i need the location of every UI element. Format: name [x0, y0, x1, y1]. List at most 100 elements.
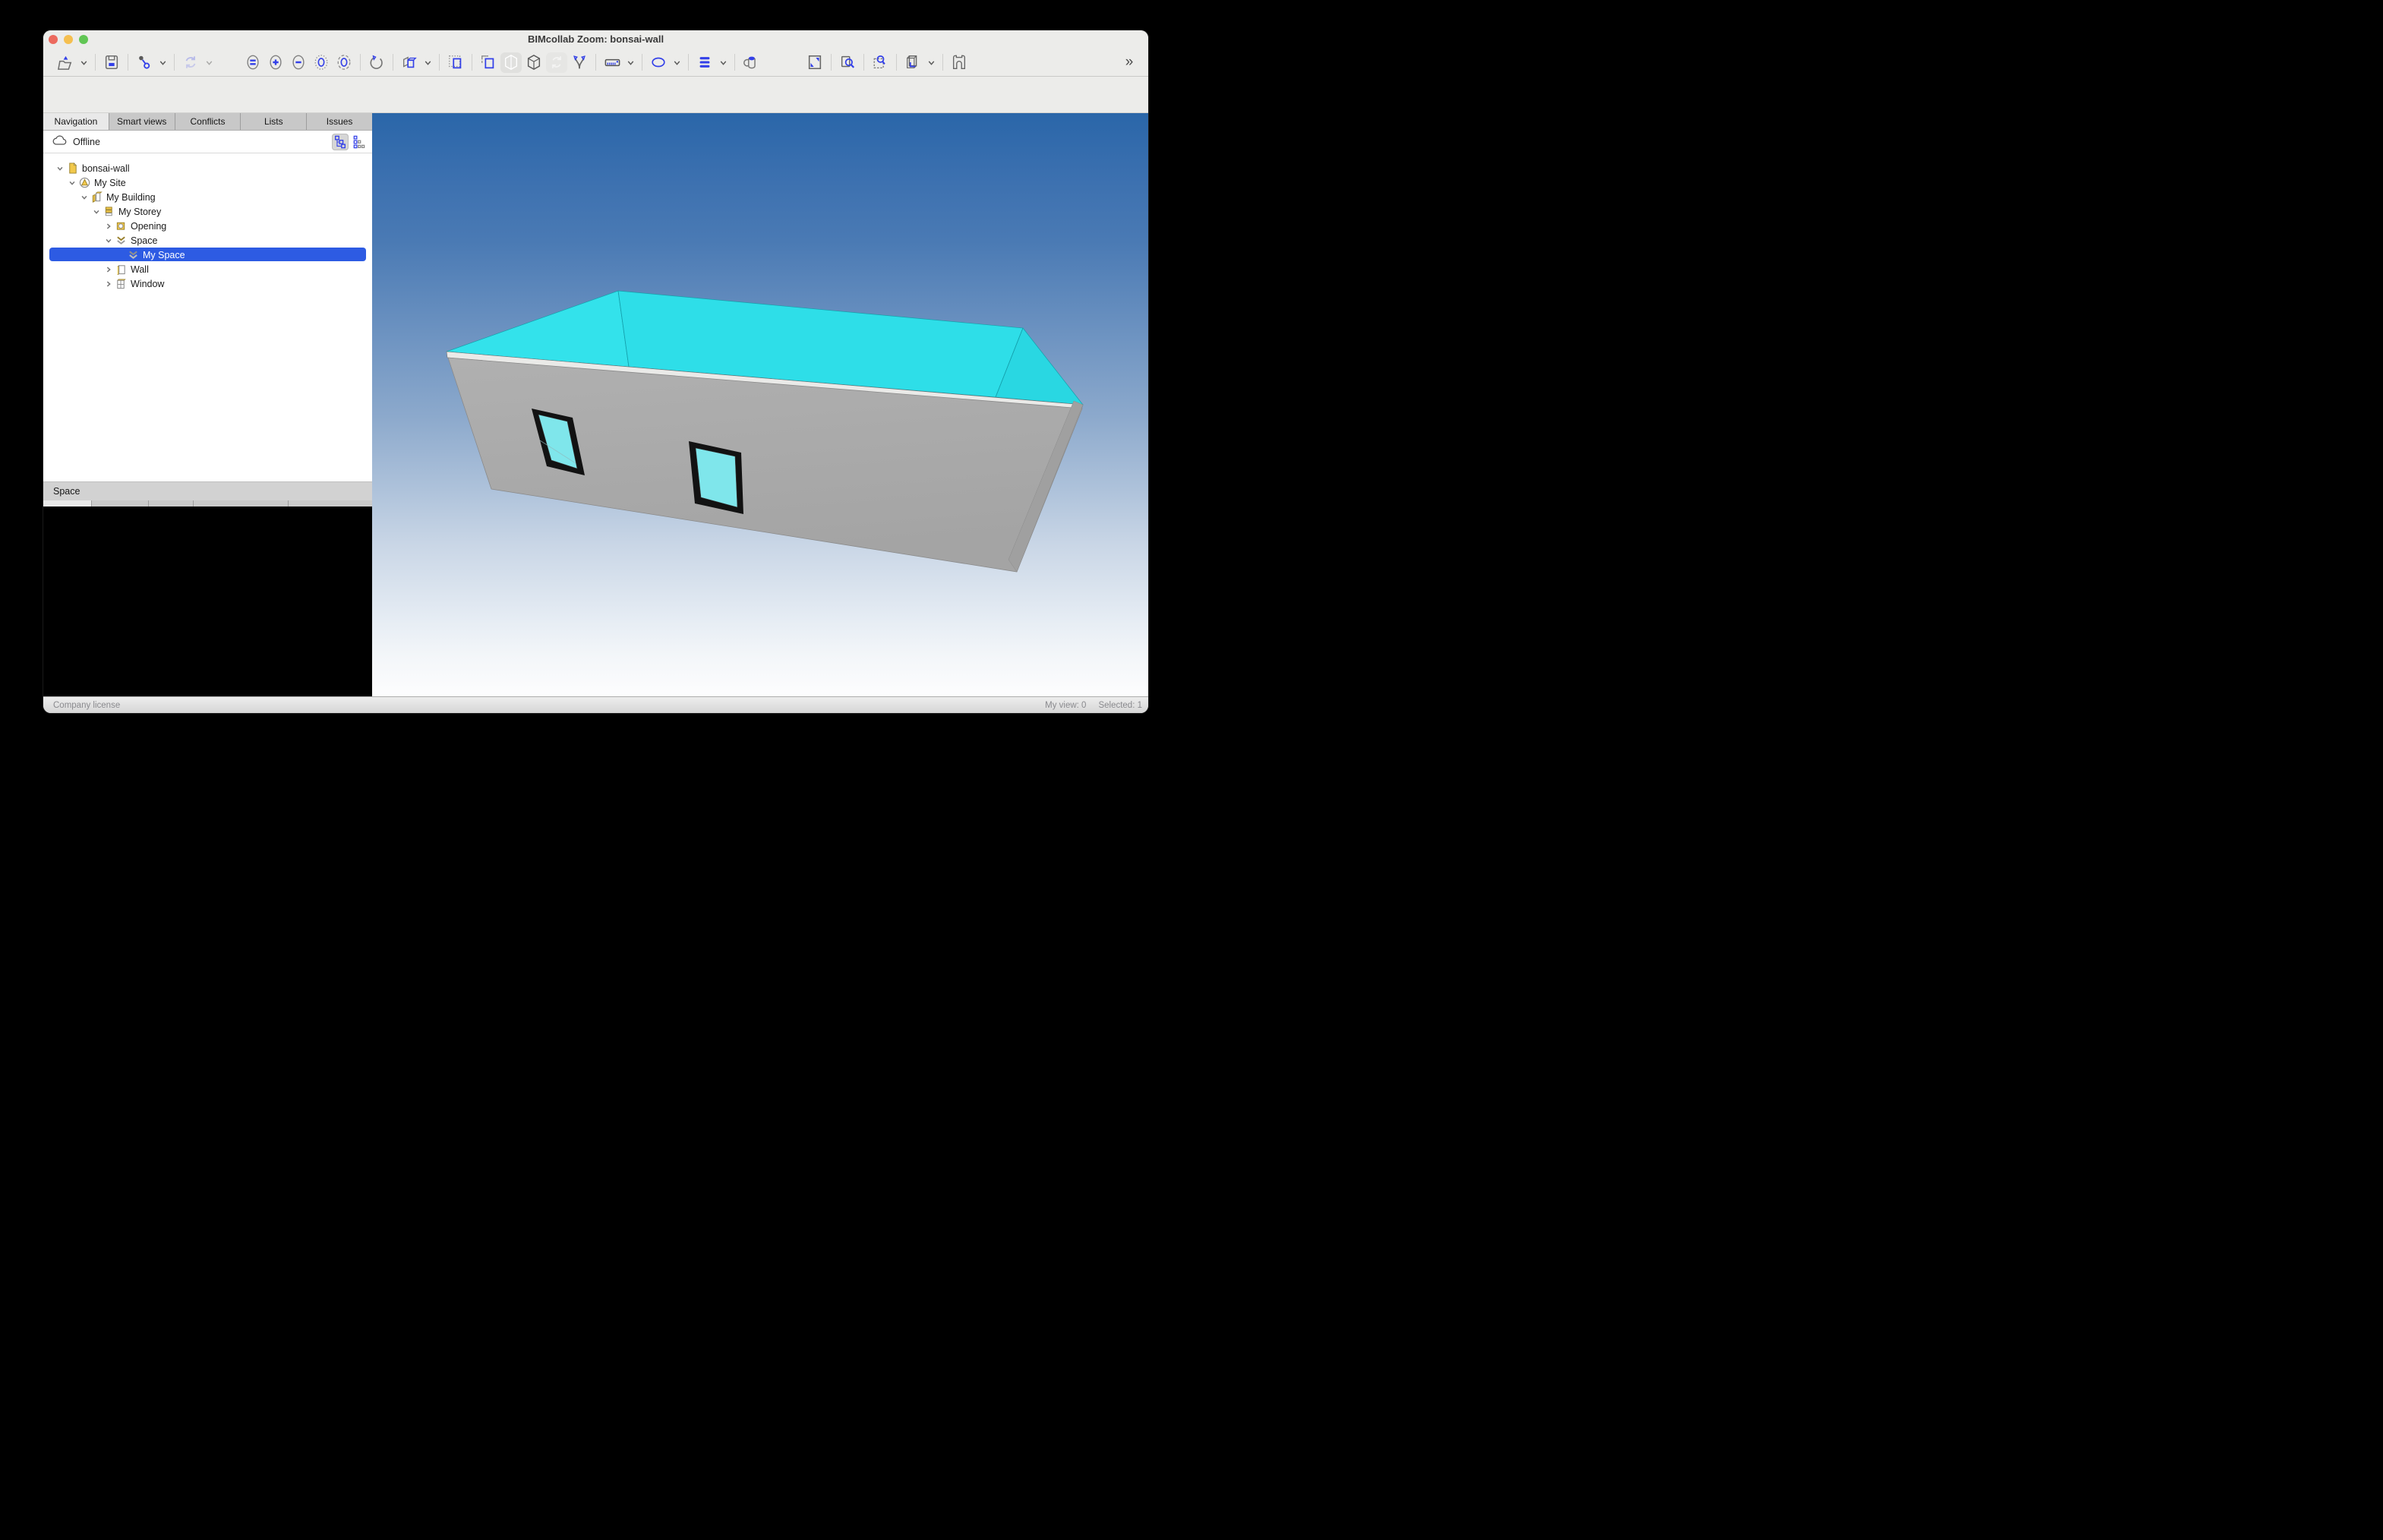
select-visible-button[interactable] [445, 52, 466, 73]
tab-smart-views[interactable]: Smart views [109, 113, 175, 130]
measure-chevron-button[interactable] [624, 52, 636, 73]
tree-item-label: Window [131, 279, 164, 289]
reset-rotation-button[interactable] [366, 52, 387, 73]
tab-lists[interactable]: Lists [241, 113, 307, 130]
connection-status-label: Offline [73, 137, 100, 147]
link-issue-button[interactable] [134, 52, 155, 73]
highlight-dashed-button[interactable] [333, 52, 355, 73]
toolbar-separator [734, 54, 735, 71]
zoom-selection-button[interactable] [870, 52, 891, 73]
disclosure-chevron[interactable] [104, 236, 113, 245]
isolate-icon [245, 54, 261, 71]
flat-view-button[interactable] [351, 134, 368, 150]
measure-chevron-icon [626, 58, 636, 68]
select-visible-icon [447, 54, 464, 71]
line-thickness-chevron-icon [718, 58, 728, 68]
model-tree: bonsai-wallMy Site My BuildingMy StoreyOp… [43, 153, 372, 481]
zoom-window-button[interactable] [837, 52, 858, 73]
storey-icon [103, 206, 115, 217]
perspective-chevron-button[interactable] [421, 52, 434, 73]
fit-view-button[interactable] [804, 52, 825, 73]
save-button[interactable] [101, 52, 122, 73]
annotate-ellipse-chevron-button[interactable] [671, 52, 683, 73]
3d-viewport[interactable] [372, 113, 1148, 696]
clip-plane-button[interactable] [500, 52, 522, 73]
disclosure-chevron[interactable] [104, 222, 113, 231]
disclosure-chevron[interactable] [80, 193, 89, 202]
open-model-button[interactable] [55, 52, 76, 73]
license-label: Company license [53, 701, 120, 710]
hierarchy-view-button[interactable] [332, 134, 349, 150]
zoom-out-button[interactable] [288, 52, 309, 73]
highlight-dotted-button[interactable] [311, 52, 332, 73]
disclosure-chevron[interactable] [92, 207, 101, 216]
refresh-chevron-icon [204, 58, 214, 68]
open-model-chevron-icon [79, 58, 89, 68]
disclosure-chevron[interactable] [55, 164, 65, 173]
line-thickness-button[interactable] [694, 52, 715, 73]
measure-button[interactable] [601, 52, 623, 73]
window-icon [115, 278, 127, 289]
open-model-chevron-button[interactable] [77, 52, 90, 73]
toolbar-separator [595, 54, 596, 71]
isolate-button[interactable] [242, 52, 264, 73]
status-my-view: My view: 0 [1045, 701, 1086, 710]
disclosure-chevron[interactable] [104, 265, 113, 274]
tree-row-space[interactable]: Space [43, 233, 372, 248]
toolbar-separator [896, 54, 897, 71]
toolbar-separator [439, 54, 440, 71]
tree-row-my-space[interactable]: My Space [43, 248, 372, 262]
view-corner-chevron-button[interactable] [925, 52, 937, 73]
building-icon [91, 191, 103, 203]
window-title: BIMcollab Zoom: bonsai-wall [43, 33, 1148, 45]
disclosure-chevron[interactable] [104, 279, 113, 289]
toolbar-separator [831, 54, 832, 71]
toolbar-separator [174, 54, 175, 71]
paint-bucket-button[interactable] [740, 52, 762, 73]
annotate-ellipse-button[interactable] [648, 52, 669, 73]
tree-row-window[interactable]: Window [43, 276, 372, 291]
tab-issues[interactable]: Issues [307, 113, 372, 130]
tree-row-my-storey[interactable]: My Storey [43, 204, 372, 219]
tab-conflicts[interactable]: Conflicts [175, 113, 241, 130]
sync-views-button[interactable] [546, 52, 567, 73]
status-counters: My view: 0Selected: 1 [1045, 701, 1142, 710]
space-icon [115, 235, 127, 246]
tree-row-my-building[interactable]: My Building [43, 190, 372, 204]
split-view-icon [571, 54, 588, 71]
tree-row-my-site[interactable]: My Site [43, 175, 372, 190]
section-cube-button[interactable] [523, 52, 544, 73]
tree-row-bonsai-wall[interactable]: bonsai-wall [43, 161, 372, 175]
opening-tool-button[interactable] [948, 52, 970, 73]
save-icon [103, 54, 120, 71]
zoom-in-button[interactable] [265, 52, 286, 73]
tree-row-opening[interactable]: Opening [43, 219, 372, 233]
zoom-out-icon [290, 54, 307, 71]
tree-item-label: bonsai-wall [82, 163, 130, 174]
tab-bar: NavigationSmart viewsConflictsListsIssue… [43, 113, 372, 131]
view-corner-icon [904, 54, 921, 71]
select-box-button[interactable] [478, 52, 499, 73]
perspective-button[interactable] [399, 52, 420, 73]
tree-row-wall[interactable]: Wall [43, 262, 372, 276]
refresh-button[interactable] [180, 52, 201, 73]
tree-item-label: My Building [106, 192, 156, 203]
refresh-icon [182, 54, 199, 71]
link-issue-chevron-button[interactable] [156, 52, 169, 73]
tab-navigation[interactable]: Navigation [43, 113, 109, 130]
split-view-button[interactable] [569, 52, 590, 73]
title-bar[interactable]: BIMcollab Zoom: bonsai-wall [43, 30, 1148, 49]
perspective-icon [401, 54, 418, 71]
main-toolbar: » [43, 49, 1148, 77]
refresh-chevron-button[interactable] [203, 52, 215, 73]
view-corner-button[interactable] [902, 52, 923, 73]
open-model-icon [57, 54, 74, 71]
disclosure-chevron [116, 251, 125, 260]
line-thickness-chevron-button[interactable] [717, 52, 729, 73]
toolbar-separator [360, 54, 361, 71]
properties-panel-header: Space [43, 481, 372, 500]
disclosure-chevron[interactable] [68, 178, 77, 188]
cloud-icon [52, 134, 67, 150]
more-tools-button[interactable]: » [1119, 52, 1140, 73]
toolbar-separator [863, 54, 864, 71]
